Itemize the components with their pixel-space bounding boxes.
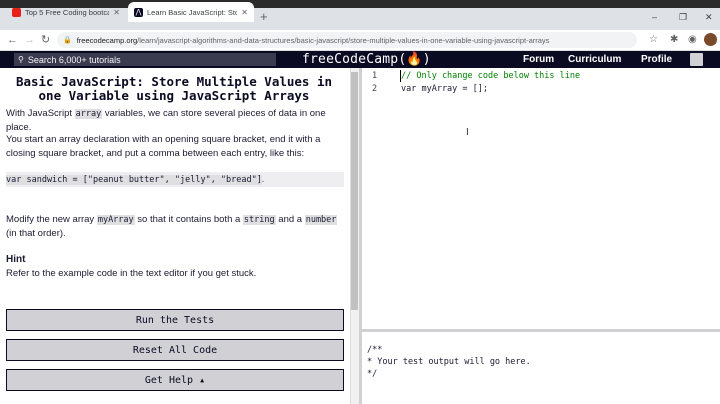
inline-code: number: [304, 215, 338, 225]
youtube-favicon-icon: [12, 7, 21, 17]
reset-code-button[interactable]: Reset All Code: [6, 339, 344, 361]
run-tests-button[interactable]: Run the Tests: [6, 309, 344, 331]
text: (in that order).: [6, 228, 66, 239]
text-cursor: [400, 70, 401, 82]
address-bar[interactable]: 🔒 freecodecamp.org/learn/javascript-algo…: [57, 32, 637, 48]
hint-text: Refer to the example code in the text ed…: [6, 268, 257, 279]
tab-freecodecamp[interactable]: ⋀ Learn Basic JavaScript: Store Mu... ✕: [128, 2, 254, 22]
tab-title: Learn Basic JavaScript: Store Mu...: [147, 7, 238, 17]
nav-curriculum-link[interactable]: Curriculum: [568, 51, 621, 68]
code-example: var sandwich = ["peanut butter", "jelly"…: [6, 172, 344, 187]
text: With JavaScript: [6, 108, 75, 119]
get-help-button[interactable]: Get Help ▴: [6, 369, 344, 391]
close-window-button[interactable]: ✕: [705, 12, 713, 23]
challenge-title: Basic JavaScript: Store Multiple Values …: [15, 74, 333, 103]
search-icon: ⚲: [18, 55, 24, 64]
close-tab-icon[interactable]: ✕: [241, 8, 248, 17]
line-number: 2: [372, 84, 378, 94]
forward-button[interactable]: →: [24, 33, 35, 47]
extensions-icon[interactable]: ✱: [670, 33, 678, 47]
nav-profile-link[interactable]: Profile: [641, 51, 672, 68]
hint-heading: Hint: [6, 254, 26, 265]
bookmark-star-icon[interactable]: ☆: [649, 33, 658, 47]
new-tab-button[interactable]: +: [260, 10, 268, 24]
text: so that it contains both a: [134, 214, 243, 225]
search-input[interactable]: ⚲ Search 6,000+ tutorials: [14, 53, 276, 66]
menu-icon[interactable]: ⋮: [711, 33, 720, 47]
mouse-ibeam-icon: I: [466, 127, 469, 138]
freecodecamp-favicon-icon: ⋀: [134, 7, 143, 17]
tab-bootcamps[interactable]: Top 5 Free Coding bootcamps a... ✕: [6, 2, 126, 22]
inline-code: myArray: [96, 215, 135, 225]
search-placeholder: Search 6,000+ tutorials: [27, 54, 121, 65]
code-editor[interactable]: [362, 68, 720, 330]
paragraph-2: You start an array declaration with an o…: [6, 134, 321, 159]
reload-button[interactable]: ↻: [41, 33, 50, 47]
text: and a: [275, 214, 305, 225]
minimize-button[interactable]: –: [652, 12, 657, 22]
line-number: 1: [372, 71, 378, 81]
inline-code: array: [74, 109, 103, 119]
url-host: freecodecamp.org: [76, 35, 138, 45]
test-output-text: /** * Your test output will go here. */: [367, 345, 531, 379]
fcc-logo[interactable]: freeCodeCamp(🔥): [302, 51, 431, 68]
user-avatar[interactable]: [690, 53, 703, 66]
code-example-text: var sandwich = ["peanut butter", "jelly"…: [6, 175, 262, 185]
text: Modify the new array: [6, 214, 97, 225]
maximize-button[interactable]: ❐: [679, 12, 687, 23]
code-line-2[interactable]: var myArray = [];: [401, 83, 488, 96]
lock-icon: 🔒: [63, 37, 72, 44]
code-line-1[interactable]: // Only change code below this line: [401, 70, 580, 83]
account-icon[interactable]: ◉: [688, 33, 697, 47]
close-tab-icon[interactable]: ✕: [113, 8, 120, 17]
url-path: /learn/javascript-algorithms-and-data-st…: [137, 35, 550, 45]
code-example-period: .: [261, 174, 265, 184]
tab-title: Top 5 Free Coding bootcamps a...: [25, 7, 110, 17]
inline-code: string: [242, 215, 276, 225]
nav-forum-link[interactable]: Forum: [523, 51, 554, 68]
back-button[interactable]: ←: [7, 33, 18, 47]
scrollbar-thumb[interactable]: [351, 72, 358, 310]
paragraph-3: Modify the new array myArray so that it …: [6, 213, 344, 241]
paragraph-1: With JavaScript array variables, we can …: [6, 107, 344, 135]
